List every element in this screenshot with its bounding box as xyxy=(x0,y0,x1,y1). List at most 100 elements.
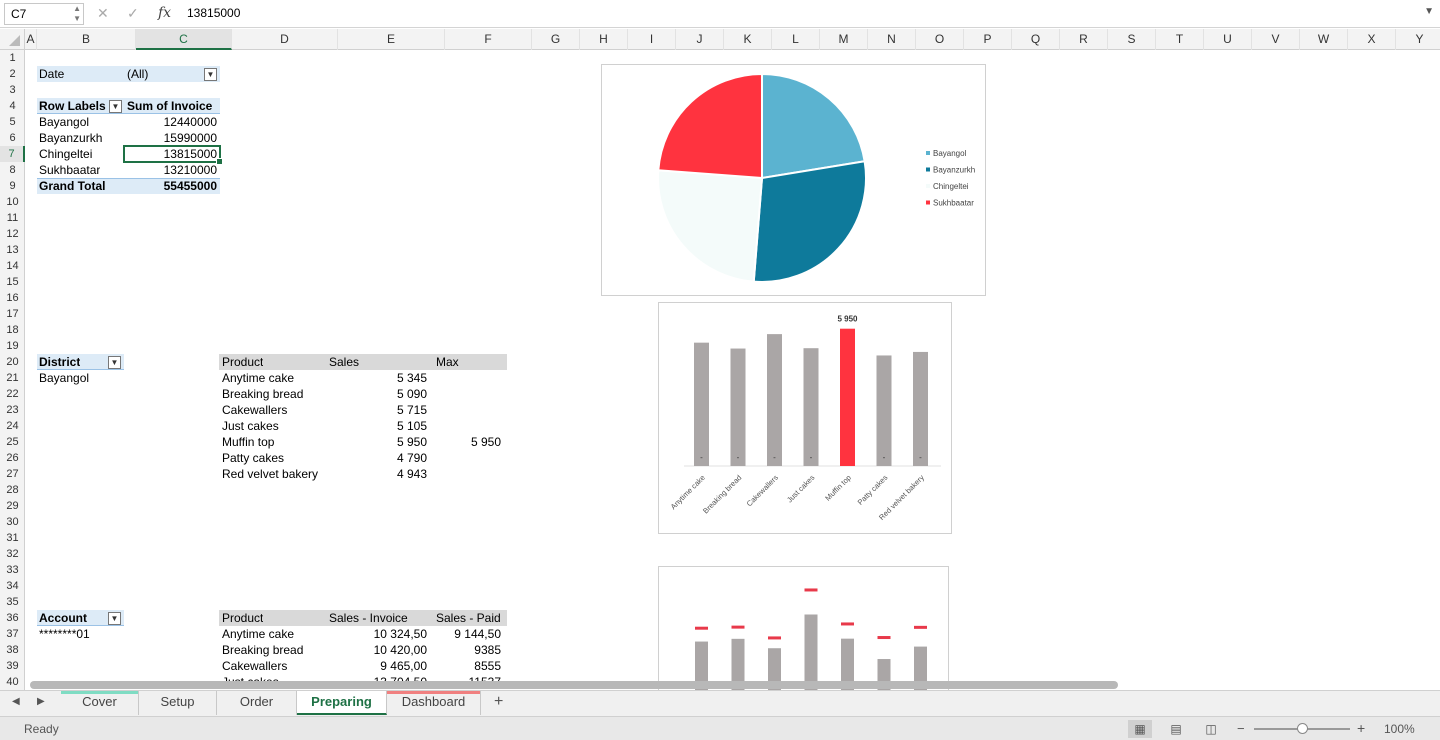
table1-product[interactable]: Patty cakes xyxy=(222,450,284,466)
row-header[interactable]: 26 xyxy=(0,450,25,466)
row-header[interactable]: 17 xyxy=(0,306,25,322)
filter-dropdown-icon[interactable]: ▼ xyxy=(204,68,217,81)
row-header[interactable]: 21 xyxy=(0,370,25,386)
sales-bar-chart[interactable]: - Anytime cake - Breaking bread - Cakewallers… xyxy=(658,302,952,534)
row-header[interactable]: 34 xyxy=(0,578,25,594)
row-header[interactable]: 1 xyxy=(0,50,25,66)
table1-product[interactable]: Anytime cake xyxy=(222,370,294,386)
bar[interactable] xyxy=(694,342,709,466)
zoom-level[interactable]: 100% xyxy=(1384,722,1415,736)
row-header[interactable]: 11 xyxy=(0,210,25,226)
table1-sales[interactable]: 4 943 xyxy=(326,466,427,482)
account-filter-icon[interactable]: ▼ xyxy=(108,612,121,625)
row-header[interactable]: 25 xyxy=(0,434,25,450)
table2-product[interactable]: Breaking bread xyxy=(222,642,303,658)
row-header[interactable]: 12 xyxy=(0,226,25,242)
table2-paid[interactable]: 8555 xyxy=(433,658,501,674)
bar[interactable] xyxy=(730,348,746,466)
column-header-f[interactable]: F xyxy=(445,29,532,50)
row-header[interactable]: 31 xyxy=(0,530,25,546)
row-header[interactable]: 35 xyxy=(0,594,25,610)
column-header-p[interactable]: P xyxy=(964,29,1012,50)
bar[interactable] xyxy=(876,355,892,466)
row-header[interactable]: 13 xyxy=(0,242,25,258)
bar[interactable] xyxy=(803,348,819,466)
row-header[interactable]: 8 xyxy=(0,162,25,178)
select-all-corner[interactable] xyxy=(0,29,25,50)
column-header-h[interactable]: H xyxy=(580,29,628,50)
invoice-marker[interactable] xyxy=(695,626,708,630)
name-box[interactable]: C7 ▲ ▼ xyxy=(4,3,84,25)
pivot-row-value[interactable]: 12440000 xyxy=(123,114,217,130)
table1-max[interactable] xyxy=(433,402,501,418)
pivot-row-label[interactable]: Chingeltei xyxy=(39,146,92,162)
pie-slice[interactable] xyxy=(657,169,764,283)
invoice-marker[interactable] xyxy=(914,625,927,629)
bar[interactable] xyxy=(767,334,782,466)
invoice-marker[interactable] xyxy=(877,636,891,640)
table1-product[interactable]: Red velvet bakery xyxy=(222,466,318,482)
pivot-row-label[interactable]: Sukhbaatar xyxy=(39,162,100,178)
table1-max[interactable] xyxy=(433,466,501,482)
row-header[interactable]: 22 xyxy=(0,386,25,402)
table2-product[interactable]: Anytime cake xyxy=(222,626,294,642)
row-header[interactable]: 15 xyxy=(0,274,25,290)
row-header[interactable]: 4 xyxy=(0,98,25,114)
row-header[interactable]: 24 xyxy=(0,418,25,434)
row-header[interactable]: 7 xyxy=(0,146,25,162)
pivot-row-value[interactable]: 15990000 xyxy=(123,130,217,146)
table1-sales[interactable]: 5 950 xyxy=(326,434,427,450)
table2-invoice[interactable]: 10 324,50 xyxy=(326,626,427,642)
row-header[interactable]: 39 xyxy=(0,658,25,674)
column-header-y[interactable]: Y xyxy=(1396,29,1440,50)
table1-max[interactable]: 5 950 xyxy=(433,434,501,450)
row-header[interactable]: 18 xyxy=(0,322,25,338)
pivot-row-label[interactable]: Bayanzurkh xyxy=(39,130,102,146)
sheet-tab-setup[interactable]: Setup xyxy=(139,691,217,715)
invoice-marker[interactable] xyxy=(731,625,745,629)
table1-product[interactable]: Breaking bread xyxy=(222,386,303,402)
page-break-view-icon[interactable]: ◫ xyxy=(1199,720,1223,738)
table1-product[interactable]: Just cakes xyxy=(222,418,279,434)
column-header-s[interactable]: S xyxy=(1108,29,1156,50)
table1-max[interactable] xyxy=(433,386,501,402)
expand-formula-icon[interactable]: ▼ xyxy=(1424,6,1434,17)
row-header[interactable]: 36 xyxy=(0,610,25,626)
row-header[interactable]: 5 xyxy=(0,114,25,130)
scroll-tabs-left-icon[interactable]: ◀ xyxy=(12,696,20,707)
table1-max[interactable] xyxy=(433,370,501,386)
row-header[interactable]: 19 xyxy=(0,338,25,354)
cancel-icon[interactable]: ✕ xyxy=(97,5,109,22)
name-box-arrows-icon[interactable]: ▲ ▼ xyxy=(73,4,81,24)
column-header-c[interactable]: C xyxy=(136,29,232,50)
row-header[interactable]: 38 xyxy=(0,642,25,658)
table1-max[interactable] xyxy=(433,418,501,434)
row-header[interactable]: 23 xyxy=(0,402,25,418)
row-header[interactable]: 16 xyxy=(0,290,25,306)
pie-slice[interactable] xyxy=(752,160,867,283)
column-header-g[interactable]: G xyxy=(532,29,580,50)
enter-icon[interactable]: ✓ xyxy=(127,5,139,22)
table1-product[interactable]: Muffin top xyxy=(222,434,274,450)
column-header-x[interactable]: X xyxy=(1348,29,1396,50)
pivot-row-value[interactable]: 13210000 xyxy=(123,162,217,178)
row-header[interactable]: 29 xyxy=(0,498,25,514)
zoom-out-button[interactable]: − xyxy=(1237,721,1245,736)
column-header-k[interactable]: K xyxy=(724,29,772,50)
column-header-q[interactable]: Q xyxy=(1012,29,1060,50)
function-icon[interactable]: fx xyxy=(158,5,171,21)
table2-invoice[interactable]: 10 420,00 xyxy=(326,642,427,658)
table1-sales[interactable]: 5 090 xyxy=(326,386,427,402)
pie-slice[interactable] xyxy=(657,72,763,180)
column-header-l[interactable]: L xyxy=(772,29,820,50)
row-header[interactable]: 3 xyxy=(0,82,25,98)
row-header[interactable]: 2 xyxy=(0,66,25,82)
row-header[interactable]: 20 xyxy=(0,354,25,370)
row-header[interactable]: 9 xyxy=(0,178,25,194)
sheet-tab-order[interactable]: Order xyxy=(217,691,297,715)
row-header[interactable]: 30 xyxy=(0,514,25,530)
table2-paid[interactable]: 9385 xyxy=(433,642,501,658)
column-header-e[interactable]: E xyxy=(338,29,445,50)
row-header[interactable]: 33 xyxy=(0,562,25,578)
zoom-slider-thumb[interactable] xyxy=(1297,723,1308,734)
